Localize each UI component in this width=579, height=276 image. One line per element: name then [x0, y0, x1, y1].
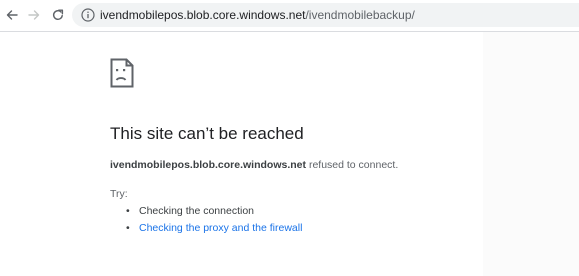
arrow-left-icon: [6, 10, 18, 20]
reload-icon: [52, 9, 64, 20]
suggestion-item: • Checking the proxy and the firewall: [126, 221, 302, 238]
error-summary: ivendmobilepos.blob.core.windows.net ref…: [110, 158, 398, 172]
bullet-icon: •: [126, 205, 130, 217]
error-message: refused to connect.: [306, 159, 399, 171]
try-label: Try:: [110, 188, 128, 200]
browser-toolbar: ivendmobilepos.blob.core.windows.net/ive…: [0, 0, 579, 32]
proxy-firewall-link[interactable]: Checking the proxy and the firewall: [139, 222, 302, 234]
sad-page-icon: [110, 58, 134, 88]
info-icon[interactable]: [80, 7, 96, 23]
url-path: /ivendmobilebackup/: [305, 8, 415, 22]
error-title: This site can’t be reached: [110, 124, 304, 143]
suggestion-list: • Checking the connection • Checking the…: [126, 204, 302, 238]
url-host: ivendmobilepos.blob.core.windows.net: [100, 8, 306, 22]
page-edge-shade: [483, 32, 579, 276]
error-host: ivendmobilepos.blob.core.windows.net: [110, 159, 307, 171]
suggestion-check-connection: Checking the connection: [139, 205, 254, 217]
forward-button[interactable]: [24, 5, 44, 25]
address-bar[interactable]: ivendmobilepos.blob.core.windows.net/ive…: [72, 3, 579, 27]
back-button[interactable]: [2, 5, 22, 25]
suggestion-item: • Checking the connection: [126, 204, 302, 221]
reload-button[interactable]: [48, 5, 68, 25]
error-page: This site can’t be reached ivendmobilepo…: [0, 32, 579, 276]
arrow-right-icon: [28, 10, 40, 20]
bullet-icon: •: [126, 222, 130, 234]
url-text[interactable]: ivendmobilepos.blob.core.windows.net/ive…: [100, 7, 415, 23]
